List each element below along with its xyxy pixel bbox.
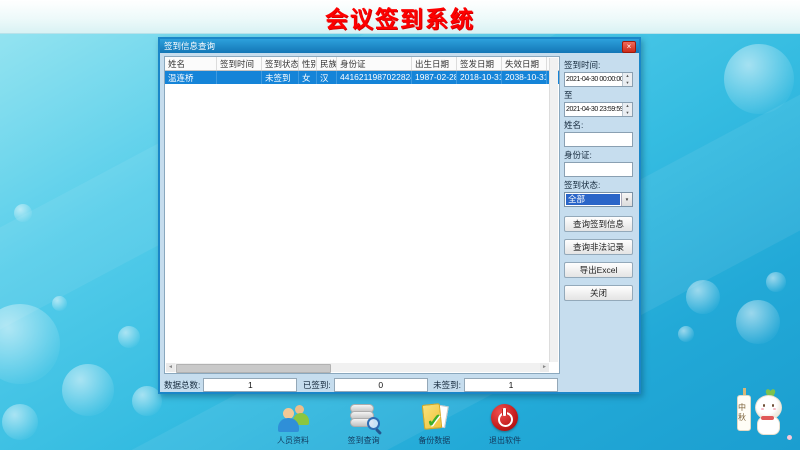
signin-query-dialog: 签到信息查询 × 姓名签到时间签到状态性别民族身份证出生日期签发日期失效日期签 …	[158, 37, 641, 394]
table-cell[interactable]: 2038-10-31	[502, 71, 547, 84]
name-label: 姓名:	[564, 119, 633, 131]
query-signin-button[interactable]: 查询签到信息	[564, 216, 633, 232]
status-selected-value: 全部	[566, 194, 620, 205]
launcher-label: 备份数据	[418, 435, 450, 446]
signed-count-value: 0	[334, 378, 428, 392]
exit-software-item[interactable]: 退出软件	[475, 403, 535, 447]
status-row: 数据总数: 1 已签到: 0 未签到: 1	[164, 378, 558, 392]
query-invalid-records-button[interactable]: 查询非法记录	[564, 239, 633, 255]
launcher-bar: 人员资料 签到查询 ✓ 备份数据 退出软件	[263, 403, 535, 447]
total-count-label: 数据总数:	[164, 379, 200, 391]
bubble-decoration	[686, 280, 720, 314]
check-icon: ✓	[426, 410, 442, 433]
screen: 会议签到系统 签到信息查询 × 姓名签到时间签到状态性别民族身份证出生日期签发日…	[0, 0, 800, 450]
column-header[interactable]: 出生日期	[412, 57, 457, 70]
id-label: 身份证:	[564, 149, 633, 161]
table-cell[interactable]: 441621198702282461	[337, 71, 412, 84]
signin-query-item[interactable]: 签到查询	[334, 403, 394, 447]
power-icon	[488, 403, 522, 433]
table-row-selected[interactable]: 温连桥 未签到女汉4416211987022824611987-02-282018…	[165, 71, 560, 84]
backup-data-item[interactable]: ✓ 备份数据	[404, 403, 464, 447]
time-from-input[interactable]: 2021-04-30 00:00:00 ▲ ▼	[564, 72, 633, 87]
column-header[interactable]: 性别	[299, 57, 317, 70]
bubble-decoration	[678, 326, 694, 342]
dropdown-arrow-icon[interactable]: ▼	[621, 193, 632, 206]
database-search-icon	[347, 403, 381, 433]
launcher-label: 人员资料	[277, 435, 309, 446]
scrollbar-thumb[interactable]	[176, 364, 331, 373]
dialog-body: 姓名签到时间签到状态性别民族身份证出生日期签发日期失效日期签 温连桥 未签到女汉4…	[160, 53, 639, 392]
table-cell[interactable]: 汉	[317, 71, 337, 84]
vertical-scrollbar[interactable]	[549, 58, 558, 362]
table-cell[interactable]: 未签到	[262, 71, 299, 84]
time-from-value: 2021-04-30 00:00:00	[565, 76, 623, 83]
table-cell[interactable]: 2018-10-31	[457, 71, 502, 84]
column-header[interactable]: 失效日期	[502, 57, 547, 70]
spinner-control[interactable]: ▲ ▼	[622, 73, 632, 86]
scroll-right-icon[interactable]: ►	[540, 363, 549, 372]
column-header[interactable]: 身份证	[337, 57, 412, 70]
bubble-decoration	[118, 326, 140, 348]
flower-decoration	[787, 435, 792, 440]
launcher-label: 退出软件	[489, 435, 521, 446]
status-label: 签到状态:	[564, 179, 633, 191]
people-icon	[276, 403, 310, 433]
to-label: 至	[564, 89, 633, 101]
time-range-label: 签到时间:	[564, 59, 633, 71]
column-header[interactable]: 签到时间	[217, 57, 262, 70]
mascot-banner: 中秋	[737, 395, 751, 431]
time-to-value: 2021-04-30 23:59:59	[565, 106, 623, 113]
bubble-decoration	[62, 364, 114, 416]
horizontal-scrollbar[interactable]: ◄ ►	[166, 363, 549, 372]
filter-panel: 签到时间: 2021-04-30 00:00:00 ▲ ▼ 至 2021-04-…	[562, 53, 635, 392]
export-excel-button[interactable]: 导出Excel	[564, 262, 633, 278]
dialog-title: 签到信息查询	[164, 40, 215, 52]
bubble-decoration	[766, 272, 786, 292]
close-icon[interactable]: ×	[622, 41, 636, 53]
status-dropdown[interactable]: 全部 ▼	[564, 192, 633, 207]
scroll-left-icon[interactable]: ◄	[166, 363, 175, 372]
unsigned-count-value: 1	[464, 378, 558, 392]
name-input[interactable]	[564, 132, 633, 147]
launcher-label: 签到查询	[348, 435, 380, 446]
bubble-decoration	[0, 304, 60, 384]
personnel-data-item[interactable]: 人员资料	[263, 403, 323, 447]
column-header[interactable]: 姓名	[165, 57, 217, 70]
bubble-decoration	[2, 404, 38, 440]
table-cell[interactable]: 女	[299, 71, 317, 84]
close-button[interactable]: 关闭	[564, 285, 633, 301]
signin-table: 姓名签到时间签到状态性别民族身份证出生日期签发日期失效日期签 温连桥 未签到女汉4…	[164, 56, 560, 374]
signed-count-label: 已签到:	[303, 379, 331, 391]
id-input[interactable]	[564, 162, 633, 177]
bubble-decoration	[52, 296, 67, 311]
column-header[interactable]: 民族	[317, 57, 337, 70]
unsigned-count-label: 未签到:	[433, 379, 461, 391]
spinner-down-icon[interactable]: ▼	[623, 80, 632, 87]
table-cell[interactable]: 1987-02-28	[412, 71, 457, 84]
dialog-titlebar[interactable]: 签到信息查询 ×	[160, 39, 639, 53]
total-count-value: 1	[203, 378, 297, 392]
table-cell[interactable]	[217, 71, 262, 84]
column-header[interactable]: 签到状态	[262, 57, 299, 70]
bubble-decoration	[736, 300, 780, 344]
mascot-scarf	[761, 416, 774, 420]
table-cell[interactable]: 温连桥	[165, 71, 217, 84]
spinner-down-icon[interactable]: ▼	[623, 110, 632, 117]
column-header[interactable]: 签发日期	[457, 57, 502, 70]
app-title: 会议签到系统	[325, 0, 475, 34]
bubble-decoration	[724, 44, 794, 114]
bubble-decoration	[14, 204, 32, 222]
mascot-widget[interactable]: 中秋	[735, 384, 795, 448]
desktop-background: 签到信息查询 × 姓名签到时间签到状态性别民族身份证出生日期签发日期失效日期签 …	[0, 34, 800, 450]
table-header-row: 姓名签到时间签到状态性别民族身份证出生日期签发日期失效日期签	[165, 57, 560, 71]
scrollbar-track[interactable]	[175, 363, 540, 372]
spinner-control[interactable]: ▲ ▼	[622, 103, 632, 116]
time-to-input[interactable]: 2021-04-30 23:59:59 ▲ ▼	[564, 102, 633, 117]
backup-data-icon: ✓	[417, 403, 451, 433]
app-title-band: 会议签到系统	[0, 0, 800, 34]
